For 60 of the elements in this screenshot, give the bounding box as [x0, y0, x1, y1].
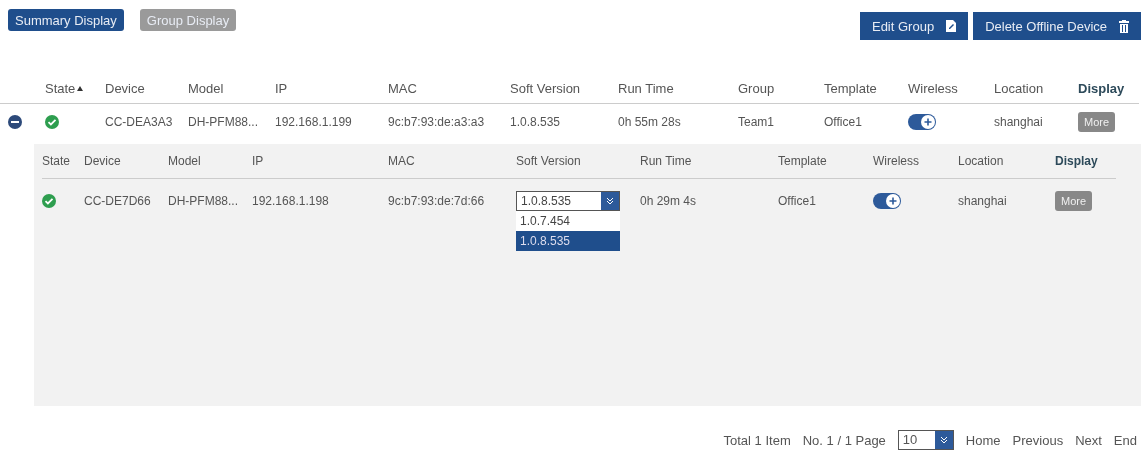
table-cell-text: 1.0.8.535: [510, 115, 562, 129]
column-header[interactable]: Device: [105, 80, 145, 96]
action-button[interactable]: Delete Offline Device: [973, 12, 1141, 40]
column-header: Device: [84, 154, 122, 168]
table-cell-text: 192.168.1.198: [252, 193, 330, 210]
trash-icon: [1119, 19, 1129, 33]
column-header[interactable]: Wireless: [908, 80, 958, 96]
column-header[interactable]: IP: [275, 80, 288, 96]
pagination-link[interactable]: Previous: [1012, 432, 1064, 448]
column-header[interactable]: Run Time: [618, 80, 674, 96]
wireless-toggle[interactable]: [873, 193, 901, 209]
column-header: MAC: [388, 154, 416, 168]
table-cell-text: Office1: [778, 193, 817, 210]
table-cell-text: shanghai: [994, 115, 1044, 129]
column-header: IP: [252, 154, 265, 168]
document-icon: [946, 20, 957, 32]
sort-ascending-icon[interactable]: [77, 85, 84, 91]
table-cell-text: Office1: [824, 115, 863, 129]
page-size-select[interactable]: 10: [897, 430, 954, 450]
table-cell-text: 0h 29m 4s: [640, 193, 698, 210]
chevron-icon: [939, 436, 948, 444]
table-cell-text: 9c:b7:93:de:7d:66: [388, 193, 486, 210]
chevron-icon: [606, 197, 614, 205]
action-button[interactable]: Edit Group: [859, 12, 969, 40]
table-cell-text: CC-DE7D66: [84, 193, 152, 210]
table-cell-text: Team1: [738, 115, 776, 129]
table-cell-text: DH-PFM88...: [168, 193, 239, 210]
version-option[interactable]: 1.0.8.535: [516, 231, 620, 251]
table-cell-text: 192.168.1.199: [275, 115, 353, 129]
table-cell-text: shanghai: [958, 193, 1008, 210]
column-header[interactable]: Location: [994, 80, 1044, 96]
column-header: Model: [168, 154, 202, 168]
table-cell-text: 0h 55m 28s: [618, 115, 682, 129]
page-indicator: No. 1 / 1 Page: [802, 432, 886, 448]
column-header: Display: [1055, 154, 1099, 168]
column-header: Wireless: [873, 154, 920, 168]
column-header: Run Time: [640, 154, 693, 168]
table-cell-text: CC-DEA3A3: [105, 115, 174, 129]
column-header[interactable]: Template: [824, 80, 877, 96]
column-header: Template: [778, 154, 828, 168]
collapse-icon[interactable]: [8, 115, 22, 129]
view-tab[interactable]: Summary Display: [8, 9, 124, 31]
column-header: Location: [958, 154, 1005, 168]
column-header: State: [42, 154, 72, 168]
version-option[interactable]: 1.0.7.454: [516, 211, 620, 231]
table-cell-text: 9c:b7:93:de:a3:a3: [388, 115, 486, 129]
version-select[interactable]: 1.0.8.535: [516, 191, 620, 211]
column-header: Soft Version: [516, 154, 582, 168]
column-header[interactable]: State: [45, 80, 76, 96]
total-count: Total 1 Item: [723, 432, 791, 448]
pagination-link[interactable]: Home: [965, 432, 1001, 448]
column-header[interactable]: Group: [738, 80, 775, 96]
pagination-link[interactable]: End: [1113, 432, 1137, 448]
column-header[interactable]: MAC: [388, 80, 417, 96]
column-header[interactable]: Model: [188, 80, 224, 96]
column-header[interactable]: Soft Version: [510, 80, 581, 96]
wireless-toggle[interactable]: [908, 114, 936, 130]
table-cell-text: DH-PFM88...: [188, 115, 259, 129]
pagination-link[interactable]: Next: [1075, 432, 1102, 448]
column-header[interactable]: Display: [1078, 80, 1125, 96]
